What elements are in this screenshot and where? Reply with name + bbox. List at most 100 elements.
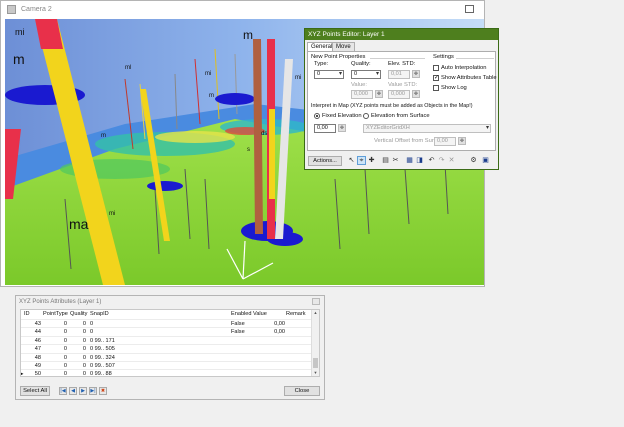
table-row[interactable]: 46 0 0 0 99.. 171 <box>21 335 313 344</box>
show-table-label: Show Attributes Table <box>441 75 497 81</box>
attributes-window: XYZ Points Attributes (Layer 1) ID Point… <box>15 295 325 400</box>
table-row[interactable]: 47 0 0 0 99.. 505 <box>21 344 313 352</box>
col-remark[interactable]: Remark <box>286 310 306 318</box>
delete-record-icon[interactable]: ✖ <box>99 387 107 395</box>
vp-label: ml <box>125 65 131 71</box>
surface-elevation-label: Elevation from Surface <box>371 113 430 119</box>
fixed-elevation-spinner[interactable]: ✥ <box>338 124 346 132</box>
col-quality[interactable]: Quality <box>70 310 87 318</box>
show-log-label: Show Log <box>441 85 467 91</box>
table-row[interactable]: ▶ 50 0 0 0 99.. 88 <box>20 369 313 377</box>
vp-label: m <box>243 28 253 42</box>
type-label: Type: <box>314 61 329 67</box>
last-record-icon[interactable]: ▶| <box>89 387 97 395</box>
actions-button[interactable]: Actions... <box>308 156 342 166</box>
properties-icon[interactable]: ⚙ <box>469 156 478 165</box>
type-select[interactable]: 0 <box>314 70 344 79</box>
vp-label: m <box>209 93 214 99</box>
close-button[interactable]: Close <box>284 386 320 396</box>
next-record-icon[interactable]: ▶ <box>79 387 87 395</box>
vp-label: ds <box>261 131 267 137</box>
table-row[interactable]: 48 0 0 0 99.. 324 <box>21 352 313 361</box>
pointer-icon[interactable]: ↖ <box>347 156 356 165</box>
vp-label: m <box>101 133 106 139</box>
previous-record-icon[interactable]: ◀ <box>69 387 77 395</box>
fixed-elevation-field[interactable]: 0,00 <box>314 124 336 133</box>
undo-icon[interactable]: ↶ <box>427 156 436 165</box>
cell-quality[interactable]: 0 <box>80 370 86 376</box>
first-record-icon[interactable]: |◀ <box>59 387 67 395</box>
table-row[interactable]: 43 0 0 0 False 0,00 <box>21 319 313 327</box>
copy-icon[interactable]: ▤ <box>381 156 390 165</box>
show-table-checkbox[interactable]: ✓ <box>433 75 439 81</box>
vp-label: mi <box>205 71 211 77</box>
cell-snap[interactable]: 0 99.. 88 <box>90 370 112 376</box>
vp-label: mi <box>295 75 301 81</box>
auto-interp-checkbox[interactable] <box>433 65 439 71</box>
delete-icon[interactable]: ✂ <box>391 156 400 165</box>
group-divider <box>456 58 494 59</box>
camera-title: Camera 2 <box>21 6 52 13</box>
scroll-up-icon[interactable]: ▲ <box>312 310 319 316</box>
scroll-down-icon[interactable]: ▼ <box>312 370 319 376</box>
elev-std-label: Elev. STD: <box>388 61 416 67</box>
value-spinner[interactable]: ✥ <box>375 90 383 98</box>
value-std-field[interactable]: 0,000 <box>388 90 410 99</box>
vp-label: mi <box>109 211 115 217</box>
vp-label: s <box>247 147 250 153</box>
table-icon[interactable]: ▦ <box>405 156 414 165</box>
new-point-group-label: New Point Properties <box>311 54 366 60</box>
cell-type[interactable]: 0 <box>61 370 67 376</box>
vertical-offset-field[interactable]: 0,00 <box>434 137 456 146</box>
table-row[interactable]: 49 0 0 0 99.. 507 <box>21 361 313 369</box>
maximize-button[interactable] <box>465 5 474 13</box>
surface-elevation-radio[interactable] <box>363 113 369 119</box>
xyz-points-editor: XYZ Points Editor: Layer 1 General Move … <box>304 28 499 170</box>
select-all-button[interactable]: Select All <box>20 386 50 396</box>
fixed-elevation-label: Fixed Elevation <box>322 113 362 119</box>
vp-label: ma <box>69 216 89 232</box>
editor-title: XYZ Points Editor: Layer 1 <box>305 29 498 40</box>
elev-std-spinner[interactable]: ✥ <box>412 70 420 78</box>
value-std-label: Value STD: <box>388 82 418 88</box>
col-id[interactable]: ID <box>24 310 30 318</box>
grid-header: ID PointType Quality SnapID Enabled Valu… <box>21 310 313 319</box>
select-point-icon[interactable]: ⌖ <box>357 156 366 165</box>
col-snapid[interactable]: SnapID <box>90 310 109 318</box>
interpret-label: Interpret in Map (XYZ points must be add… <box>311 103 473 109</box>
vp-label: m <box>13 51 25 67</box>
value-field[interactable]: 0,000 <box>351 90 373 99</box>
attributes-close-icon[interactable] <box>312 298 320 305</box>
scroll-thumb[interactable] <box>313 358 318 368</box>
value-label: Value: <box>351 82 368 88</box>
save-icon[interactable]: ▣ <box>481 156 490 165</box>
attributes-title: XYZ Points Attributes (Layer 1) <box>19 299 102 305</box>
fixed-elevation-radio[interactable] <box>314 113 320 119</box>
cell-id[interactable]: 50 <box>30 370 41 376</box>
terrain-patch <box>155 131 235 143</box>
settings-group-label: Settings <box>433 54 454 60</box>
general-tab-pane: New Point Properties Type: 0 Quality: 0 … <box>307 51 497 151</box>
col-enabled[interactable]: Enabled <box>231 310 252 318</box>
cut-icon[interactable]: ✕ <box>447 156 456 165</box>
grid-scrollbar[interactable]: ▲ ▼ <box>311 310 319 376</box>
col-pointtype[interactable]: PointType <box>43 310 68 318</box>
table-row[interactable]: 44 0 0 0 False 0,00 <box>21 327 313 335</box>
attributes-grid[interactable]: ID PointType Quality SnapID Enabled Valu… <box>20 309 320 377</box>
add-point-icon[interactable]: ✚ <box>367 156 376 165</box>
quality-select[interactable]: 0 <box>351 70 381 79</box>
redo-icon[interactable]: ↷ <box>437 156 446 165</box>
group-divider <box>370 58 425 59</box>
surface-select[interactable]: XYZEditorGridXH <box>363 124 491 133</box>
col-value[interactable]: Value <box>253 310 267 318</box>
elev-std-field[interactable]: 0,01 <box>388 70 410 79</box>
quality-label: Quality: <box>351 61 371 67</box>
app-icon <box>7 5 16 14</box>
auto-interp-label: Auto Interpolation <box>441 65 487 71</box>
camera-title-bar: Camera 2 <box>1 1 484 19</box>
value-std-spinner[interactable]: ✥ <box>412 90 420 98</box>
current-row-marker-icon: ▶ <box>20 371 24 377</box>
color-icon[interactable]: ◨ <box>415 156 424 165</box>
vertical-offset-spinner[interactable]: ✥ <box>458 137 466 145</box>
show-log-checkbox[interactable] <box>433 85 439 91</box>
